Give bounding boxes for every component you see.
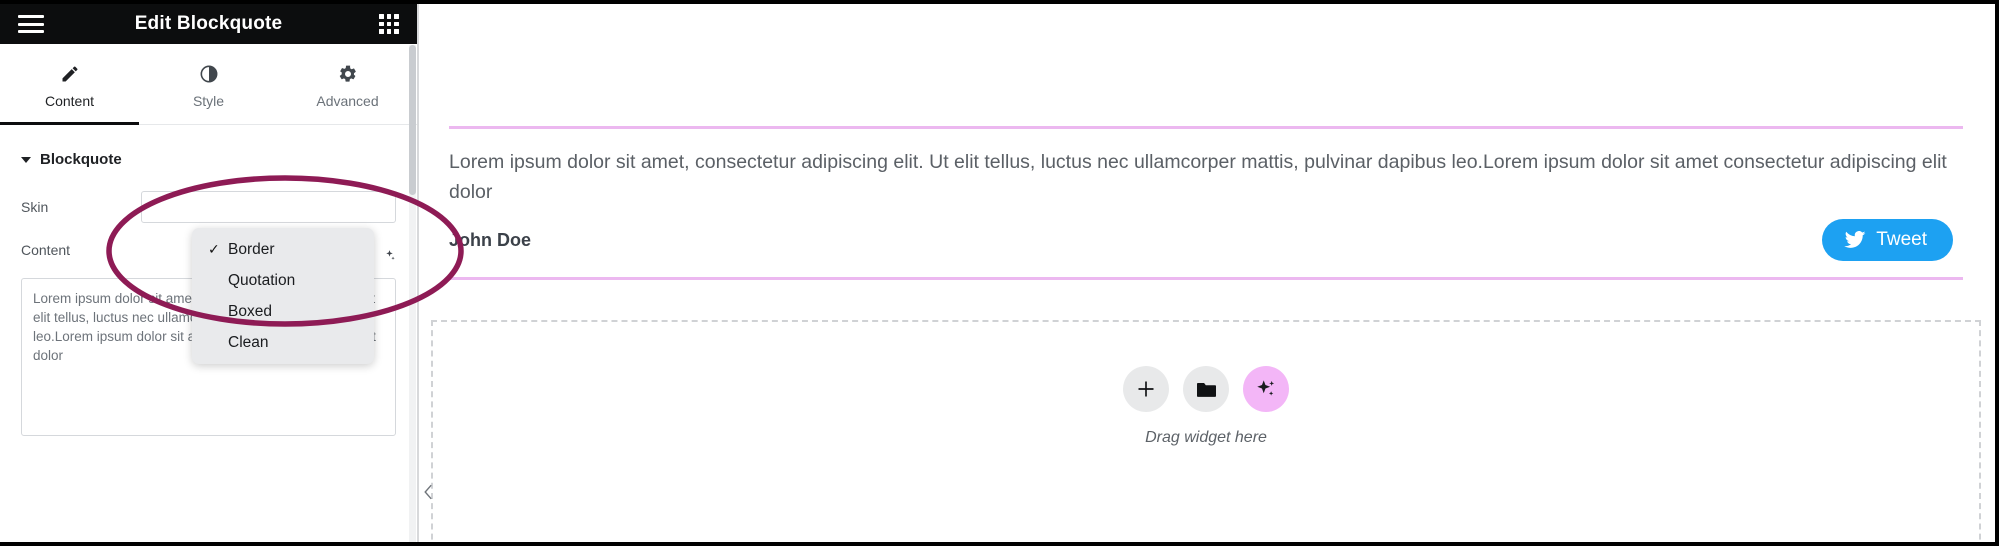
panel-tabs: Content Style Advanced	[0, 44, 417, 125]
grid-apps-icon[interactable]	[379, 14, 399, 34]
content-tools[interactable]	[383, 249, 396, 262]
section-blockquote-header[interactable]: Blockquote	[0, 125, 417, 168]
hamburger-icon[interactable]	[18, 15, 44, 33]
dropzone-label: Drag widget here	[1145, 429, 1267, 446]
chevron-down-icon	[21, 156, 31, 163]
elementor-editor-panel: Edit Blockquote Content Style Advanced B…	[0, 4, 417, 542]
dropdown-option-boxed[interactable]: Boxed	[192, 296, 374, 327]
blockquote-widget[interactable]: Lorem ipsum dolor sit amet, consectetur …	[449, 126, 1963, 280]
pencil-icon	[62, 65, 78, 81]
skin-select[interactable]	[141, 191, 396, 223]
skin-label: Skin	[21, 199, 49, 215]
contrast-circle-icon	[200, 65, 217, 82]
check-icon: ✓	[208, 241, 220, 257]
ai-button[interactable]	[1243, 366, 1289, 412]
canvas-scrollbar[interactable]	[417, 4, 419, 542]
section-blockquote-title: Blockquote	[40, 151, 122, 168]
plus-icon	[1138, 381, 1154, 397]
blockquote-author: John Doe	[449, 229, 532, 250]
blockquote-footer: John Doe Tweet	[449, 213, 1963, 265]
tab-content-label: Content	[44, 92, 95, 109]
tweet-button[interactable]: Tweet	[1822, 219, 1953, 261]
dropdown-option-border-label: Border	[228, 241, 275, 258]
preview-canvas: Lorem ipsum dolor sit amet, consectetur …	[417, 4, 1995, 542]
dropdown-option-boxed-label: Boxed	[228, 303, 272, 320]
panel-collapse-handle[interactable]	[419, 478, 437, 506]
folder-icon	[1196, 382, 1216, 397]
dynamic-tags-icon[interactable]	[383, 249, 396, 262]
skin-dropdown-menu[interactable]: ✓ Border Quotation Boxed Clean	[192, 228, 374, 364]
tab-content[interactable]: Content	[0, 44, 139, 125]
panel-title: Edit Blockquote	[134, 13, 283, 34]
tab-advanced-label: Advanced	[316, 92, 379, 109]
dropdown-option-quotation[interactable]: Quotation	[192, 265, 374, 296]
blockquote-box: Lorem ipsum dolor sit amet, consectetur …	[449, 126, 1963, 280]
twitter-bird-icon	[1844, 231, 1866, 248]
editor-window: Edit Blockquote Content Style Advanced B…	[0, 0, 1999, 546]
tab-style[interactable]: Style	[139, 44, 278, 124]
content-label: Content	[21, 242, 71, 258]
tweet-button-label: Tweet	[1876, 229, 1927, 250]
panel-header: Edit Blockquote	[0, 4, 417, 44]
sparkles-icon	[1257, 380, 1275, 396]
dropdown-option-border[interactable]: ✓ Border	[192, 234, 374, 265]
field-skin: Skin	[0, 190, 417, 224]
blockquote-text: Lorem ipsum dolor sit amet, consectetur …	[449, 151, 1947, 203]
add-element-button[interactable]	[1123, 366, 1169, 412]
dropdown-option-clean-label: Clean	[228, 334, 269, 351]
panel-scrollbar[interactable]	[409, 45, 416, 542]
drag-widget-dropzone[interactable]: Drag widget here	[431, 320, 1981, 542]
chevron-left-icon	[423, 484, 432, 500]
tab-advanced[interactable]: Advanced	[278, 44, 417, 124]
gear-icon	[339, 65, 356, 82]
tab-style-label: Style	[192, 92, 225, 109]
dropdown-option-quotation-label: Quotation	[228, 272, 296, 289]
template-library-button[interactable]	[1183, 366, 1229, 412]
dropdown-option-clean[interactable]: Clean	[192, 327, 374, 358]
